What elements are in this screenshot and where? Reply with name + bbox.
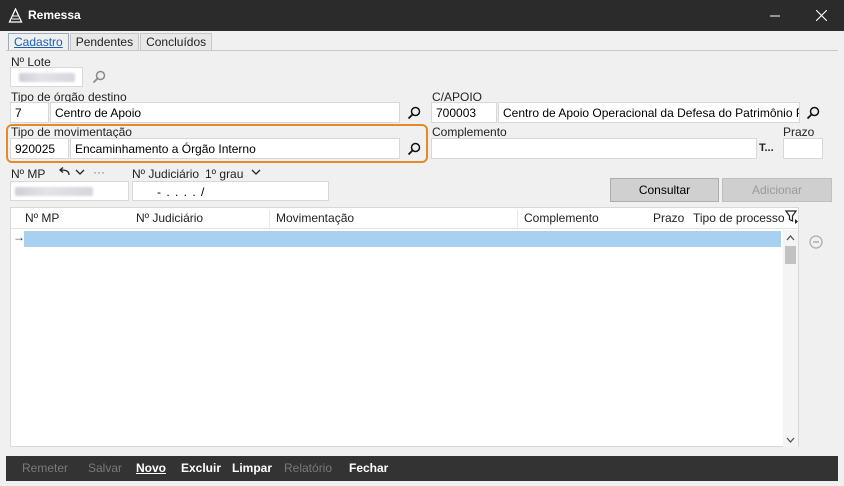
scrollbar-thumb[interactable] (785, 246, 796, 264)
scroll-down-icon (786, 437, 795, 443)
footer-toolbar: Remeter Salvar Novo Excluir Limpar Relat… (6, 456, 838, 481)
complemento-suffix[interactable]: T... (759, 142, 774, 154)
redacted-value (15, 187, 93, 196)
complemento-label: Complemento (432, 125, 507, 139)
orgao-destino-name-input[interactable]: Centro de Apoio (50, 102, 400, 123)
nmp-label: Nº MP (11, 167, 46, 181)
tab-cadastro[interactable]: Cadastro (8, 33, 69, 51)
prazo-input[interactable] (783, 138, 823, 159)
movimentacao-code-input[interactable]: 920025 (10, 138, 69, 159)
close-button[interactable] (798, 0, 844, 31)
minimize-button[interactable] (752, 0, 798, 31)
minimize-icon (770, 15, 780, 16)
col-movimentacao[interactable]: Movimentação (276, 211, 354, 225)
capoio-name-input[interactable]: Centro de Apoio Operacional da Defesa do… (498, 102, 800, 123)
capoio-search-button[interactable] (803, 103, 823, 123)
relatorio-button[interactable]: Relatório (284, 461, 332, 475)
filter-icon (785, 210, 798, 224)
movimentacao-label: Tipo de movimentação (11, 125, 132, 139)
grid-filter-button[interactable] (784, 209, 800, 225)
tab-cadastro-label: Cadastro (14, 35, 63, 49)
undo-button[interactable] (56, 165, 72, 179)
fechar-button[interactable]: Fechar (349, 461, 388, 475)
adicionar-button[interactable]: Adicionar (722, 178, 832, 202)
remove-row-button[interactable] (808, 234, 824, 250)
column-separator (269, 210, 270, 227)
redacted-value (19, 73, 75, 82)
grau-label: 1º grau (205, 167, 244, 181)
capoio-code-input[interactable]: 700003 (431, 102, 497, 123)
limpar-button[interactable]: Limpar (232, 461, 272, 475)
search-icon (407, 106, 421, 120)
grid-header: Nº MP Nº Judiciário Movimentação Complem… (11, 208, 798, 229)
excluir-button[interactable]: Excluir (181, 461, 221, 475)
tab-bar: Cadastro Pendentes Concluídos (8, 33, 213, 51)
salvar-button[interactable]: Salvar (88, 461, 122, 475)
nmp-input[interactable] (10, 181, 129, 201)
novo-button[interactable]: Novo (136, 461, 166, 475)
search-icon (92, 70, 106, 84)
njudiciario-label: Nº Judiciário (132, 167, 200, 181)
tab-concluidos[interactable]: Concluídos (140, 33, 213, 50)
col-complemento[interactable]: Complemento (524, 211, 599, 225)
process-grid: Nº MP Nº Judiciário Movimentação Complem… (10, 207, 799, 447)
vertical-scrollbar[interactable] (783, 230, 798, 447)
njudiciario-input[interactable]: - . . . . / (132, 181, 329, 201)
col-prazo[interactable]: Prazo (653, 211, 684, 225)
orgao-destino-code-input[interactable]: 7 (10, 102, 49, 123)
orgao-destino-search-button[interactable] (404, 103, 424, 123)
lote-input[interactable] (10, 67, 83, 87)
app-logo-icon (8, 8, 23, 23)
chevron-down-icon (251, 169, 261, 175)
tab-concluidos-label: Concluídos (146, 35, 207, 49)
nmp-dropdown-button[interactable] (73, 165, 87, 179)
close-icon (815, 10, 827, 21)
movimentacao-name-input[interactable]: Encaminhamento a Órgão Interno (70, 138, 400, 159)
title-bar: Remessa (0, 0, 844, 31)
lote-search-button[interactable] (90, 68, 108, 86)
search-icon (806, 106, 820, 120)
undo-icon (58, 167, 70, 176)
complemento-input[interactable] (431, 138, 757, 159)
grau-dropdown-button[interactable] (249, 165, 263, 179)
chevron-down-icon (75, 169, 85, 175)
col-njudiciario[interactable]: Nº Judiciário (136, 211, 203, 225)
table-row[interactable] (24, 231, 781, 247)
remeter-button[interactable]: Remeter (22, 461, 68, 475)
movimentacao-search-button[interactable] (404, 139, 424, 159)
consultar-processos-button[interactable]: Consultar Processos (610, 178, 719, 219)
minus-circle-icon (809, 235, 823, 249)
col-nmp[interactable]: Nº MP (25, 211, 59, 225)
tab-pendentes[interactable]: Pendentes (69, 33, 140, 50)
prazo-label: Prazo (783, 125, 815, 139)
col-tipo-processo[interactable]: Tipo de processo (693, 211, 785, 225)
more-options-button[interactable]: ··· (93, 165, 105, 179)
column-separator (517, 210, 518, 227)
search-icon (407, 142, 421, 156)
tab-pendentes-label: Pendentes (75, 35, 134, 49)
scroll-up-icon (786, 235, 795, 241)
tab-divider (6, 50, 838, 51)
window-title: Remessa (28, 8, 81, 22)
